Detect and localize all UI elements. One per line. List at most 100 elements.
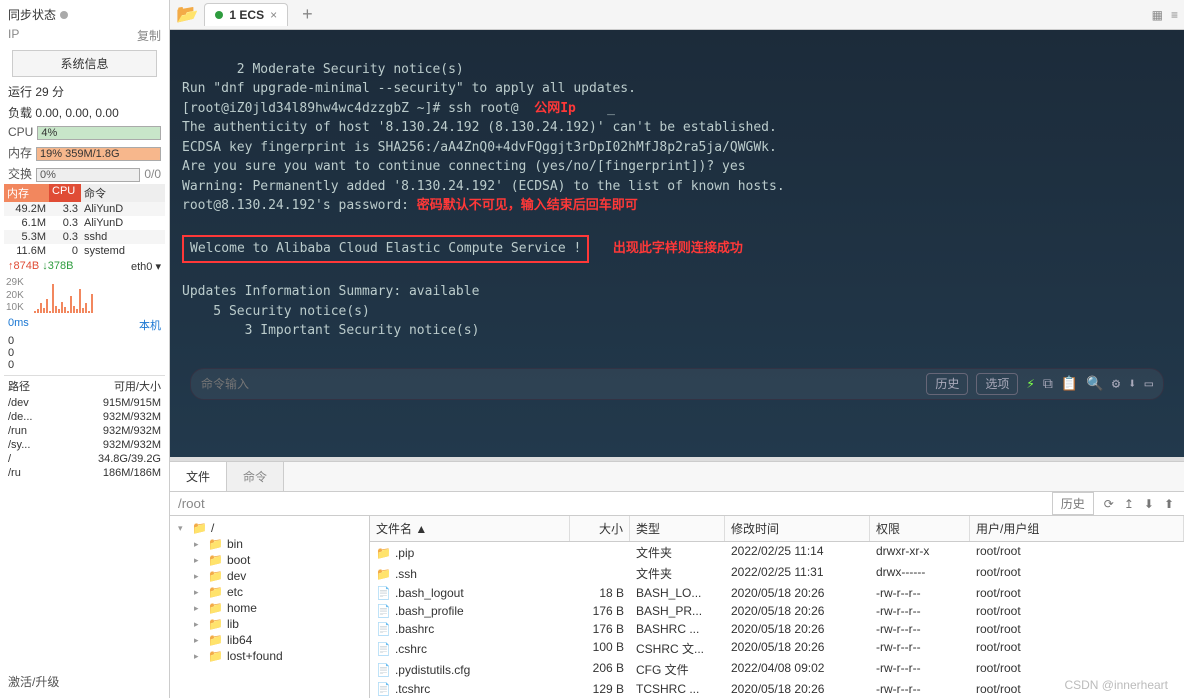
proc-row[interactable]: 5.3M0.3sshd — [4, 230, 165, 244]
term-line: Run "dnf upgrade-minimal --security" to … — [182, 81, 636, 96]
col-user[interactable]: 用户/用户组 — [970, 516, 1184, 541]
term-line: Updates Information Summary: available — [182, 284, 479, 299]
latency-label: 0ms — [8, 317, 29, 333]
traffic-chart: 29K20K10K — [4, 275, 165, 315]
disk-row[interactable]: /dev915M/915M — [4, 396, 165, 410]
refresh-icon[interactable]: ⟳ — [1104, 497, 1114, 511]
copy-icon[interactable]: ⧉ — [1043, 374, 1053, 395]
proc-row[interactable]: 49.2M3.3AliYunD — [4, 202, 165, 216]
search-icon[interactable]: 🔍 — [1086, 374, 1103, 395]
proc-hdr-mem[interactable]: 内存 — [4, 184, 49, 202]
tree-item[interactable]: ▾📁/ — [170, 520, 369, 536]
file-row[interactable]: 📄.bashrc176 BBASHRC ...2020/05/18 20:26-… — [370, 620, 1184, 638]
net-iface-select[interactable]: eth0 ▾ — [131, 260, 161, 273]
proc-header: 内存 CPU 命令 — [4, 184, 165, 202]
download-icon[interactable]: ⬇ — [1128, 374, 1136, 395]
annotation-pw: 密码默认不可见，输入结束后回车即可 — [409, 198, 638, 213]
term-line: 3 Important Security notice(s) — [182, 323, 479, 338]
net-down: ↓378B — [42, 260, 73, 272]
tree-item[interactable]: ▸📁lib — [170, 616, 369, 632]
term-line: root@8.130.24.192's password: — [182, 198, 409, 213]
file-row[interactable]: 📄.bash_profile176 BBASH_PR...2020/05/18 … — [370, 602, 1184, 620]
lightning-icon[interactable]: ⚡ — [1026, 374, 1034, 395]
term-line: 5 Security notice(s) — [182, 304, 370, 319]
col-size[interactable]: 大小 — [570, 516, 630, 541]
disk-hdr-path[interactable]: 路径 — [8, 378, 48, 394]
copy-button[interactable]: 复制 — [137, 27, 161, 44]
history-button[interactable]: 历史 — [926, 373, 968, 395]
upload-file-icon[interactable]: ⬆ — [1164, 497, 1174, 511]
col-name[interactable]: 文件名 ▲ — [370, 516, 570, 541]
swap-label: 交换 — [8, 165, 32, 182]
disk-row[interactable]: /de...932M/932M — [4, 410, 165, 424]
file-row[interactable]: 📄.bash_logout18 BBASH_LO...2020/05/18 20… — [370, 584, 1184, 602]
proc-hdr-cmd[interactable]: 命令 — [81, 184, 165, 202]
tab-ecs[interactable]: 1 ECS × — [204, 3, 288, 26]
up-icon[interactable]: ↥ — [1124, 497, 1134, 511]
disk-row[interactable]: /run932M/932M — [4, 424, 165, 438]
host-label[interactable]: 本机 — [139, 317, 161, 333]
col-time[interactable]: 修改时间 — [725, 516, 870, 541]
term-line: [root@iZ0jld34l89hw4wc4dzzgbZ ~]# ssh ro… — [182, 101, 519, 116]
proc-hdr-cpu[interactable]: CPU — [49, 184, 81, 202]
tree-item[interactable]: ▸📁lib64 — [170, 632, 369, 648]
swap-pct: 0% — [40, 169, 56, 181]
grid-view-icon[interactable]: ▦ — [1152, 8, 1163, 22]
terminal[interactable]: 2 Moderate Security notice(s) Run "dnf u… — [170, 30, 1184, 457]
ip-label: IP — [8, 27, 19, 44]
file-row[interactable]: 📄.pydistutils.cfg206 BCFG 文件2022/04/08 0… — [370, 659, 1184, 680]
file-row[interactable]: 📄.cshrc100 BCSHRC 文...2020/05/18 20:26-r… — [370, 638, 1184, 659]
tab-file[interactable]: 文件 — [170, 462, 227, 491]
col-perm[interactable]: 权限 — [870, 516, 970, 541]
sync-dot-icon — [60, 11, 68, 19]
tree-item[interactable]: ▸📁bin — [170, 536, 369, 552]
tree-item[interactable]: ▸📁home — [170, 600, 369, 616]
annotation-ip: 公网Ip — [519, 101, 576, 116]
command-input[interactable] — [201, 377, 918, 391]
tree-item[interactable]: ▸📁dev — [170, 568, 369, 584]
folder-tree: ▾📁/▸📁bin▸📁boot▸📁dev▸📁etc▸📁home▸📁lib▸📁lib… — [170, 516, 370, 698]
sync-label: 同步状态 — [8, 6, 56, 23]
sidebar: 同步状态 IP 复制 系统信息 运行 29 分 负载 0.00, 0.00, 0… — [0, 0, 170, 698]
sysinfo-button[interactable]: 系统信息 — [12, 50, 157, 77]
disk-row[interactable]: /ru186M/186M — [4, 466, 165, 480]
disk-hdr-size[interactable]: 可用/大小 — [48, 378, 161, 394]
cpu-value: 4% — [37, 126, 161, 140]
proc-row[interactable]: 11.6M0systemd — [4, 244, 165, 258]
term-line: The authenticity of host '8.130.24.192 (… — [182, 120, 777, 135]
tree-item[interactable]: ▸📁etc — [170, 584, 369, 600]
file-row[interactable]: 📁.ssh文件夹2022/02/25 11:31drwx------root/r… — [370, 563, 1184, 584]
tab-status-icon — [215, 11, 223, 19]
tab-command[interactable]: 命令 — [227, 462, 284, 491]
proc-row[interactable]: 6.1M0.3AliYunD — [4, 216, 165, 230]
uptime-text: 运行 29 分 — [8, 83, 64, 100]
file-table: 文件名 ▲ 大小 类型 修改时间 权限 用户/用户组 📁.pip文件夹2022/… — [370, 516, 1184, 698]
open-folder-icon[interactable]: 📂 — [176, 4, 198, 25]
new-tab-button[interactable]: + — [294, 4, 321, 25]
disk-row[interactable]: /sy...932M/932M — [4, 438, 165, 452]
tree-item[interactable]: ▸📁boot — [170, 552, 369, 568]
bottom-panel: 文件 命令 历史 ⟳ ↥ ⬇ ⬆ ▾📁/▸📁bin▸📁boot▸📁dev▸📁et… — [170, 461, 1184, 698]
annotation-ok: 出现此字样则连接成功 — [589, 241, 742, 256]
activate-link[interactable]: 激活/升级 — [4, 669, 165, 694]
tab-label: 1 ECS — [229, 8, 264, 22]
tree-item[interactable]: ▸📁lost+found — [170, 648, 369, 664]
col-type[interactable]: 类型 — [630, 516, 725, 541]
options-button[interactable]: 选项 — [976, 373, 1018, 395]
mem-pct: 19% — [40, 148, 62, 160]
paste-icon[interactable]: 📋 — [1061, 374, 1078, 395]
path-history-button[interactable]: 历史 — [1052, 492, 1094, 515]
file-row[interactable]: 📄.tcshrc129 BTCSHRC ...2020/05/18 20:26-… — [370, 680, 1184, 698]
disk-row[interactable]: /34.8G/39.2G — [4, 452, 165, 466]
close-icon[interactable]: × — [270, 8, 277, 22]
download-file-icon[interactable]: ⬇ — [1144, 497, 1154, 511]
list-view-icon[interactable]: ≡ — [1171, 8, 1178, 22]
path-input[interactable] — [170, 492, 1042, 515]
command-bar: 历史 选项 ⚡ ⧉ 📋 🔍 ⚙ ⬇ ▭ — [190, 368, 1164, 400]
gear-icon[interactable]: ⚙ — [1112, 374, 1120, 395]
watermark: CSDN @innerheart — [1064, 678, 1168, 692]
term-line: Warning: Permanently added '8.130.24.192… — [182, 179, 785, 194]
file-row[interactable]: 📁.pip文件夹2022/02/25 11:14drwxr-xr-xroot/r… — [370, 542, 1184, 563]
fullscreen-icon[interactable]: ▭ — [1145, 374, 1153, 395]
mem-val: 359M/1.8G — [65, 148, 119, 160]
